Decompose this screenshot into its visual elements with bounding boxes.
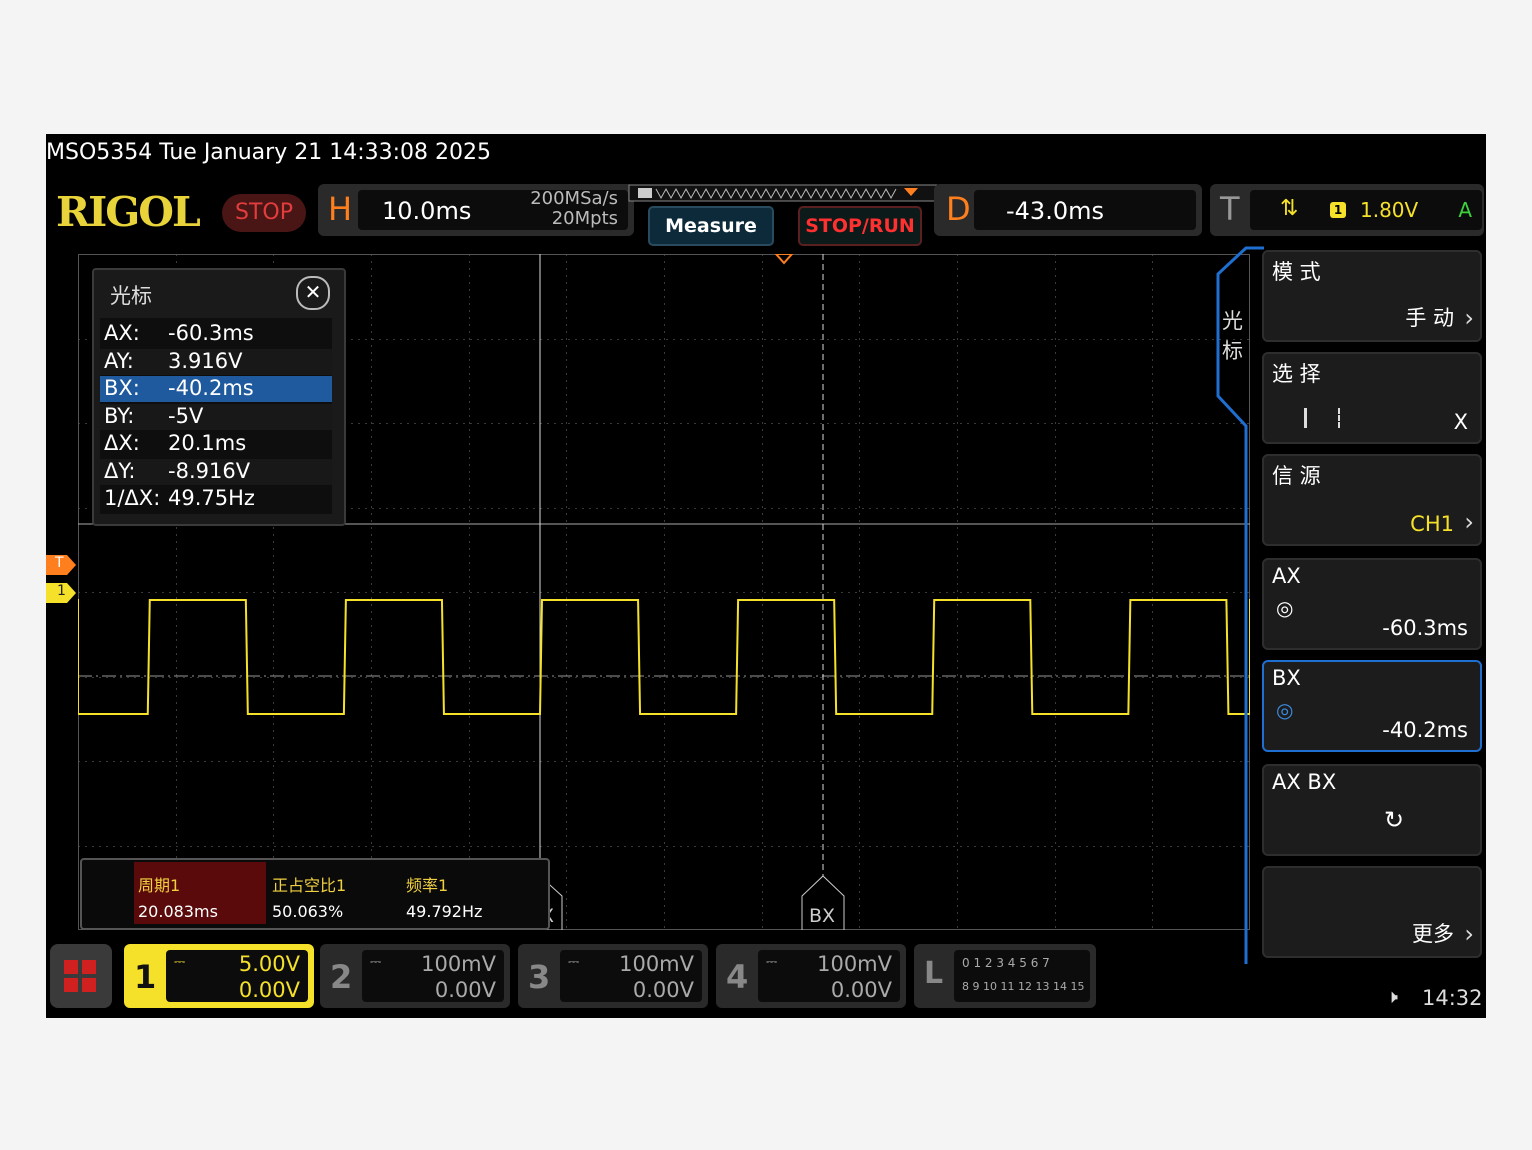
- ch3-box[interactable]: 3 ⎓ 100mV 0.00V: [518, 944, 708, 1008]
- cursor-readout-value: 49.75Hz: [168, 486, 255, 510]
- measure-button[interactable]: Measure: [648, 206, 774, 246]
- chevron-right-icon: ›: [1464, 920, 1474, 948]
- memory-depth: 20Mpts: [551, 208, 618, 229]
- dc-coupling-icon: ⎓: [370, 954, 382, 970]
- ch4-box[interactable]: 4 ⎓ 100mV 0.00V: [716, 944, 906, 1008]
- ch1-offset-marker[interactable]: 1: [46, 583, 76, 603]
- cursor-readout-row: AX: -60.3ms: [100, 321, 332, 347]
- cursor-popup-title: 光标: [110, 284, 152, 308]
- cursor-readout-key: BX:: [104, 376, 140, 400]
- chevron-right-icon: ›: [1464, 508, 1474, 536]
- logic-bits-row2: 8 9 10 11 12 13 14 15: [962, 980, 1085, 993]
- mute-icon[interactable]: 🕨: [1386, 986, 1398, 1008]
- delay-readout: -43.0ms: [974, 190, 1196, 230]
- trigger-position-marker: [774, 254, 794, 265]
- cursor-readout-key: 1/ΔX:: [104, 486, 161, 510]
- trigger-level-marker[interactable]: T: [46, 555, 76, 575]
- dc-coupling-icon: ⎓: [568, 954, 580, 970]
- cursor-readout-key: ΔX:: [104, 431, 140, 455]
- bx-cursor-label: BX: [809, 905, 835, 927]
- delay-value: -43.0ms: [1006, 197, 1104, 225]
- cursor-readout-key: AY:: [104, 348, 134, 373]
- knob-icon: ◎: [1276, 596, 1294, 620]
- cursor-readout-value: -40.2ms: [168, 376, 254, 400]
- dc-coupling-icon: ⎓: [174, 954, 186, 970]
- cursor-readout-key: BY:: [104, 403, 135, 428]
- cursor-readout-value: -60.3ms: [168, 321, 254, 345]
- oscilloscope-screen: MSO5354 Tue January 21 14:33:08 2025 RIG…: [46, 134, 1486, 1018]
- cursor-readout-row: ΔY: -8.916V: [100, 458, 332, 485]
- ch1-readout: ⎓ 5.00V 0.00V: [166, 950, 308, 1002]
- solid-cursor-icon: [1304, 408, 1307, 428]
- app-menu-button[interactable]: [50, 944, 112, 1008]
- cursor-menu: 光标 模 式 手 动 › 选 择 X 信 源 CH1 › AX ◎ -60.3m…: [1216, 246, 1486, 966]
- menu-tab-cursor[interactable]: 光标: [1222, 306, 1246, 366]
- stop-run-button[interactable]: STOP/RUN: [798, 206, 922, 246]
- trigger-box[interactable]: T ⇅ 1 1.80V A: [1210, 184, 1484, 236]
- menu-item-more[interactable]: 更多 ›: [1262, 866, 1482, 958]
- cursor-readout-key: AX:: [104, 321, 140, 345]
- trigger-edge-icon: ⇅: [1280, 196, 1299, 221]
- measurement-frequency[interactable]: 频率1 49.792Hz: [402, 862, 534, 924]
- title-bar: MSO5354 Tue January 21 14:33:08 2025: [46, 140, 491, 165]
- logic-box[interactable]: L 0 1 2 3 4 5 6 7 8 9 10 11 12 13 14 15: [914, 944, 1096, 1008]
- memory-position-bar[interactable]: [628, 184, 942, 204]
- knob-icon: ◎: [1276, 698, 1294, 722]
- cursor-readout-row: ΔX: 20.1ms: [100, 431, 332, 457]
- grid-icon: [64, 960, 78, 974]
- horizontal-label: H: [328, 190, 353, 228]
- cursor-readout-value: -8.916V: [168, 458, 251, 483]
- ch2-box[interactable]: 2 ⎓ 100mV 0.00V: [320, 944, 510, 1008]
- cursor-readout-value: 20.1ms: [168, 431, 247, 455]
- cursor-popup: 光标 ✕ AX: -60.3ms AY: 3.916V BX: -40.2ms BY: -5V…: [92, 268, 346, 526]
- cursor-readout-row: BX: -40.2ms: [100, 376, 332, 402]
- menu-item-source[interactable]: 信 源 CH1 ›: [1262, 454, 1482, 546]
- trigger-label: T: [1220, 190, 1240, 228]
- rotate-icon: ↻: [1384, 806, 1405, 834]
- close-icon[interactable]: ✕: [296, 276, 330, 310]
- cursor-readout-row: BY: -5V: [100, 403, 332, 430]
- cursor-readout-key: ΔY:: [104, 458, 136, 483]
- menu-item-select[interactable]: 选 择 X: [1262, 352, 1482, 444]
- status-time: 14:32: [1422, 986, 1483, 1010]
- cursor-readout-row: AY: 3.916V: [100, 348, 332, 375]
- trigger-level: 1.80V: [1360, 198, 1419, 222]
- timebase-value: 10.0ms: [382, 197, 472, 225]
- measurement-panel: 周期1 20.083ms 正占空比1 50.063% 频率1 49.792Hz: [80, 858, 550, 930]
- horizontal-readout: 10.0ms 200MSa/s 20Mpts: [358, 188, 628, 230]
- cursor-readout-table: AX: -60.3ms AY: 3.916V BX: -40.2ms BY: -5V ΔX: 20…: [100, 318, 332, 514]
- sample-rate: 200MSa/s: [530, 188, 618, 209]
- run-state-badge[interactable]: STOP: [222, 194, 306, 232]
- chevron-right-icon: ›: [1464, 304, 1474, 332]
- menu-item-bx[interactable]: BX ◎ -40.2ms: [1262, 660, 1482, 752]
- trigger-readout: ⇅ 1 1.80V A: [1250, 190, 1482, 230]
- cursor-readout-row: 1/ΔX: 49.75Hz: [100, 486, 332, 512]
- menu-item-ax[interactable]: AX ◎ -60.3ms: [1262, 558, 1482, 650]
- logic-bits-row1: 0 1 2 3 4 5 6 7: [962, 956, 1050, 970]
- brand-logo: RIGOL: [56, 188, 201, 236]
- measurement-period[interactable]: 周期1 20.083ms: [134, 862, 266, 924]
- delay-label: D: [946, 190, 971, 228]
- trigger-mode: A: [1458, 198, 1472, 222]
- cursor-readout-value: -5V: [168, 403, 204, 428]
- delay-box[interactable]: D -43.0ms: [934, 184, 1202, 236]
- trigger-source-badge: 1: [1330, 202, 1346, 218]
- dashed-cursor-icon: [1338, 408, 1340, 428]
- ch1-box[interactable]: 1 ⎓ 5.00V 0.00V: [124, 944, 314, 1008]
- menu-item-mode[interactable]: 模 式 手 动 ›: [1262, 250, 1482, 342]
- dc-coupling-icon: ⎓: [766, 954, 778, 970]
- cursor-readout-value: 3.916V: [168, 348, 243, 373]
- horizontal-box[interactable]: H 10.0ms 200MSa/s 20Mpts: [318, 184, 634, 236]
- menu-item-ax-bx[interactable]: AX BX ↻: [1262, 764, 1482, 856]
- measurement-duty[interactable]: 正占空比1 50.063%: [268, 862, 400, 924]
